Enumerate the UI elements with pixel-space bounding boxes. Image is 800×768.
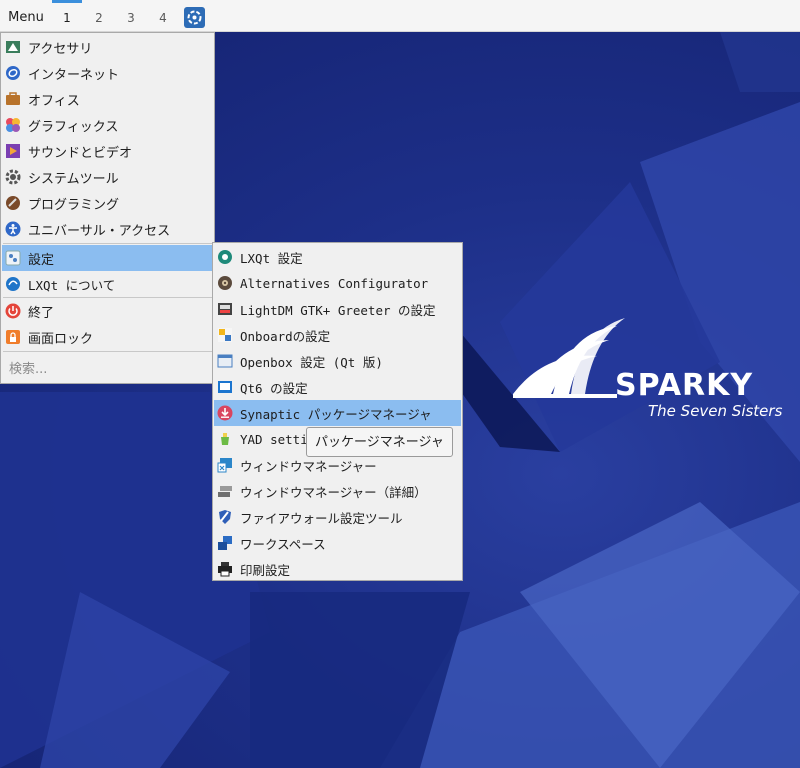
settings-submenu: LXQt 設定 Alternatives Configurator LightD… [212,242,463,581]
programming-icon [5,195,21,211]
menu-item-programming[interactable]: プログラミング [2,190,213,216]
menu-item-label: ユニバーサル・アクセス [28,223,171,239]
menu-item-label: 設定 [28,252,55,268]
submenu-item-label: Qt6 の設定 [240,380,308,396]
submenu-item-label: Onboardの設定 [240,328,331,344]
openbox-icon [217,353,233,369]
submenu-item-lightdm[interactable]: LightDM GTK+ Greeter の設定 [214,296,461,322]
lxqt-about-icon [5,276,21,292]
graphics-icon [5,117,21,133]
top-panel: Menu 1 2 3 4 [0,0,800,32]
application-menu: アクセサリ インターネット オフィス グラフィックス サウンドとビデオ システム… [0,32,215,384]
menu-item-label: インターネット [28,67,120,83]
menu-item-internet[interactable]: インターネット [2,60,213,86]
menu-item-label: プログラミング [28,197,120,213]
window-manager-advanced-icon [217,483,233,499]
submenu-item-label: ファイアウォール設定ツール [240,510,403,526]
multimedia-icon [5,143,21,159]
workspace-icon [217,535,233,551]
lock-icon [5,329,21,345]
onboard-icon [217,327,233,343]
submenu-item-label: LXQt 設定 [240,250,303,266]
submenu-item-label: YAD settin [240,431,316,447]
desktop-switch-1[interactable]: 1 [52,0,82,32]
submenu-item-label: ワークスペース [240,536,326,552]
menu-search-input[interactable]: 検索... [9,358,47,377]
accessibility-icon [5,221,21,237]
desktop-switch-2[interactable]: 2 [84,0,114,32]
desktop-switch-4[interactable]: 4 [148,0,178,32]
lxqt-settings-icon [217,249,233,265]
synaptic-tooltip: パッケージマネージャ [306,427,453,457]
menu-item-label: システムツール [28,171,119,187]
menu-item-system-tools[interactable]: システムツール [2,164,213,190]
submenu-item-workspace[interactable]: ワークスペース [214,530,461,556]
alternatives-icon [217,275,233,291]
submenu-item-printer[interactable]: 印刷設定 [214,556,461,582]
sparky-swirl-icon [513,318,625,398]
menu-item-lock-screen[interactable]: 画面ロック [2,324,213,350]
firewall-icon [217,509,233,525]
menu-item-accessories[interactable]: アクセサリ [2,34,213,60]
submenu-item-label: ウィンドウマネージャー [240,458,377,474]
desktop-switch-3[interactable]: 3 [116,0,146,32]
submenu-item-window-manager-advanced[interactable]: ウィンドウマネージャー（詳細） [214,478,461,504]
menu-item-settings[interactable]: 設定 [2,245,213,271]
menu-item-label: アクセサリ [28,41,93,57]
menu-item-label: 画面ロック [28,331,94,347]
submenu-item-openbox[interactable]: Openbox 設定 (Qt 版) [214,348,461,374]
qt6-icon [217,379,233,395]
system-tools-icon [5,169,21,185]
office-icon [5,91,21,107]
menu-item-label: サウンドとビデオ [28,145,133,161]
submenu-item-synaptic[interactable]: Synaptic パッケージマネージャ [214,400,461,426]
internet-icon [5,65,21,81]
main-menu-button[interactable]: Menu [0,0,52,32]
sparky-wordmark: SPARKY [615,368,754,403]
submenu-item-label: 印刷設定 [240,562,291,578]
submenu-item-label: Alternatives Configurator [240,275,429,291]
sparky-launcher-icon[interactable] [184,7,205,28]
menu-item-label: LXQt について [28,277,116,293]
menu-item-office[interactable]: オフィス [2,86,213,112]
synaptic-icon [217,405,233,421]
menu-item-about-lxqt[interactable]: LXQt について [2,271,213,297]
menu-item-label: 終了 [28,305,55,321]
submenu-item-label: LightDM GTK+ Greeter の設定 [240,302,436,318]
window-manager-icon [217,457,233,473]
power-icon [5,303,21,319]
lightdm-icon [217,301,233,317]
printer-icon [217,561,233,577]
submenu-item-label: ウィンドウマネージャー（詳細） [240,484,427,500]
submenu-item-onboard[interactable]: Onboardの設定 [214,322,461,348]
submenu-item-label: Openbox 設定 (Qt 版) [240,354,383,370]
menu-separator [3,243,212,244]
yad-icon [217,431,233,447]
menu-item-shutdown[interactable]: 終了 [2,298,213,324]
submenu-item-qt6[interactable]: Qt6 の設定 [214,374,461,400]
menu-item-label: グラフィックス [28,119,119,135]
menu-item-accessibility[interactable]: ユニバーサル・アクセス [2,216,213,242]
submenu-item-lxqt-settings[interactable]: LXQt 設定 [214,244,461,270]
accessories-icon [5,39,21,55]
submenu-item-firewall[interactable]: ファイアウォール設定ツール [214,504,461,530]
menu-separator [3,351,212,352]
menu-item-graphics[interactable]: グラフィックス [2,112,213,138]
menu-item-label: オフィス [28,93,80,109]
menu-item-multimedia[interactable]: サウンドとビデオ [2,138,213,164]
sparky-tagline: The Seven Sisters [648,402,783,420]
submenu-item-label: Synaptic パッケージマネージャ [240,406,432,422]
submenu-item-alternatives[interactable]: Alternatives Configurator [214,270,461,296]
settings-icon [5,250,21,266]
